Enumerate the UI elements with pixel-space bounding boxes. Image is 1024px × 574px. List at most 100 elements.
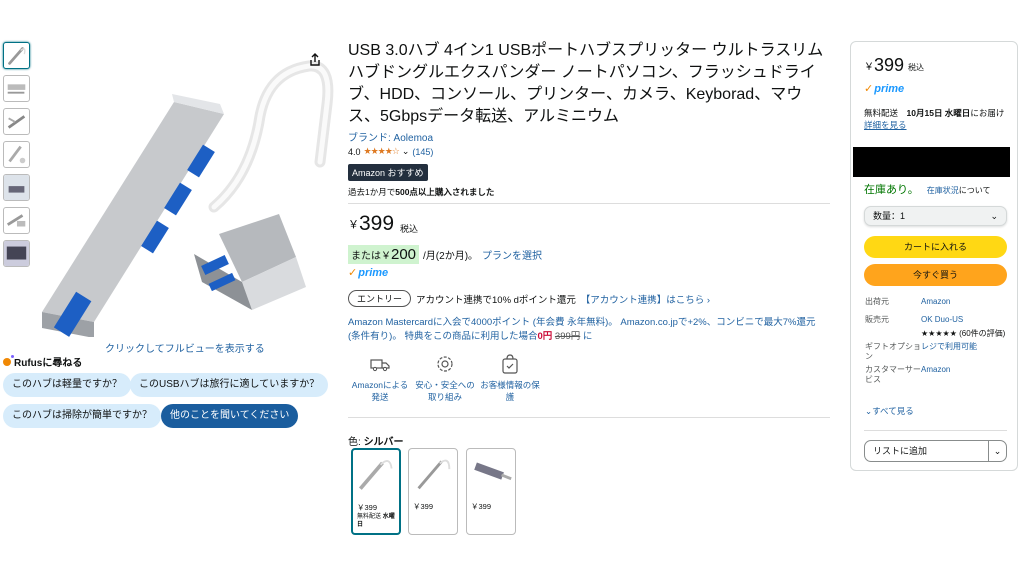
color-value: シルバー [363, 437, 404, 448]
mastercard-price: 0円 [537, 331, 553, 342]
variant-price: ￥399 [471, 502, 492, 511]
rufus-chip[interactable]: このハブは軽量ですか？ [3, 373, 131, 397]
dpoint-row: アカウント連携で10% dポイント還元 【アカウント連携】はこちら › [416, 292, 710, 306]
buybox-price-tax: 税込 [908, 63, 925, 72]
variant-shipping: 無料配送 水曜日 [353, 513, 399, 529]
entry-button[interactable]: エントリー [348, 290, 412, 307]
info-row: 販売元 OK Duo-US [865, 315, 1010, 325]
delivery-suffix: にお届け [970, 108, 1005, 118]
thumbnail-6[interactable] [3, 207, 30, 234]
thumbnail-3[interactable] [3, 108, 30, 135]
installment-highlight: または ￥ 200 [348, 245, 420, 264]
price-block: ￥ 399 税込 [348, 212, 418, 236]
delivery-info: 無料配送 10月15日 水曜日にお届け 詳細を見る [864, 107, 1012, 131]
info-value[interactable]: Amazon [921, 365, 1010, 385]
delivery-date: 10月15日 水曜日 [906, 108, 971, 118]
add-to-list-button[interactable]: リストに追加 ⌄ [864, 440, 1007, 462]
info-key: カスタマーサービス [865, 365, 921, 384]
rufus-chip[interactable]: このハブは掃除が簡単ですか？ [3, 404, 161, 428]
variant-image [417, 459, 451, 490]
truck-icon [369, 353, 391, 375]
chevron-down-icon[interactable]: ⌄ [402, 146, 410, 157]
star-rating-icon[interactable]: ★★★★☆ [364, 146, 400, 157]
stock-status: 在庫あり。 在庫状況について [864, 181, 991, 197]
info-key: ギフトオプション [865, 342, 921, 361]
brand-link[interactable]: ブランド: Aolemoa [348, 129, 433, 144]
redacted-bar [853, 147, 1010, 177]
delivery-prefix: 無料配送 [864, 108, 899, 118]
mastercard-promo[interactable]: Amazon Mastercardに入会で4000ポイント (年会費 永年無料)… [348, 316, 823, 344]
prime-check-icon: ✓ [348, 267, 358, 279]
thumbnail-7[interactable] [3, 240, 30, 267]
bought-count-bold: 500点以上購入されました [395, 187, 495, 197]
stock-suffix: について [958, 186, 991, 195]
rating-value: 4.0 [348, 146, 361, 157]
feature-shipping[interactable]: Amazonによる発送 [349, 353, 411, 403]
installment-plan-link[interactable]: プランを選択 [482, 247, 542, 262]
main-product-image[interactable] [34, 42, 339, 338]
thumbnail-5[interactable] [3, 174, 30, 201]
price-tax-label: 税込 [400, 224, 419, 234]
info-key: 販売元 [865, 315, 889, 324]
buybox-prime-logo: ✓ prime [864, 82, 905, 96]
divider [348, 203, 830, 204]
prime-text: prime [874, 82, 905, 95]
chevron-down-icon[interactable]: ⌄ [988, 441, 1006, 461]
divider [348, 417, 830, 418]
installment-currency: ￥ [381, 251, 391, 262]
feature-safety[interactable]: 安心・安全への取り組み [414, 353, 476, 403]
see-more-text: すべて見る [872, 406, 914, 416]
add-to-list-label: リストに追加 [873, 446, 928, 456]
buybox-price: ￥ 399 税込 [864, 55, 924, 76]
full-view-link[interactable]: クリックしてフルビューを表示する [105, 340, 265, 355]
feature-label: お客様情報の保護 [480, 380, 540, 402]
prime-logo: ✓ prime [348, 266, 388, 280]
variant-option[interactable]: ￥399 [466, 448, 516, 535]
delivery-details-link[interactable]: 詳細を見る [864, 120, 907, 130]
price-currency: ￥ [348, 219, 359, 231]
quantity-select[interactable]: 数量：1 ⌄ [864, 206, 1007, 226]
color-label: 色: シルバー [348, 433, 404, 448]
mastercard-strike-price: 399円 [554, 331, 581, 342]
rufus-title-text: Rufusに尋ねる [14, 358, 83, 369]
bought-count: 過去1か月で500点以上購入されました [348, 186, 494, 198]
quantity-label: 数量：1 [873, 211, 906, 221]
stock-status-link[interactable]: 在庫状況 [927, 186, 959, 195]
gift-option-link[interactable]: レジで利用可能 [921, 342, 1010, 362]
info-value[interactable]: Amazon [921, 297, 1010, 307]
dpoint-text: アカウント連携で10% dポイント還元 [416, 295, 576, 306]
rufus-title: Rufusに尋ねる [3, 354, 82, 369]
thumbnail-4[interactable] [3, 141, 30, 168]
price-value: 399 [359, 212, 395, 235]
installment-value: 200 [391, 246, 417, 263]
thumbnail-strip [3, 42, 31, 273]
rufus-chip[interactable]: このUSBハブは旅行に適していますか？ [130, 373, 329, 397]
add-to-cart-button[interactable]: カートに入れる [864, 236, 1007, 258]
share-icon[interactable] [307, 52, 323, 68]
installment-prefix: または [351, 251, 381, 262]
seller-link[interactable]: OK Duo-US [921, 315, 1010, 325]
review-count-link[interactable]: (145) [412, 147, 433, 157]
chevron-down-icon: ⌄ [990, 211, 998, 221]
installment-suffix: /月(2か月)。 [423, 251, 479, 262]
buy-now-button[interactable]: 今すぐ買う [864, 264, 1007, 286]
rufus-ask-other-chip[interactable]: 他のことを聞いてください [161, 404, 299, 428]
buybox-price-value: 399 [874, 55, 905, 75]
see-more-link[interactable]: ⌄すべて見る [865, 405, 914, 417]
feature-label: 安心・安全への取り組み [415, 380, 475, 402]
seller-rating: ★★★★★ (60件の評価) [921, 329, 1006, 338]
feature-privacy[interactable]: お客様情報の保護 [479, 353, 541, 403]
variant-option[interactable]: ￥399 [408, 448, 458, 535]
thumbnail-2[interactable] [3, 75, 30, 102]
info-row: カスタマーサービス Amazon [865, 365, 1010, 385]
amazon-choice-badge: Amazon おすすめ [348, 164, 428, 181]
prime-check-icon: ✓ [864, 83, 874, 95]
variant-option[interactable]: ￥399 無料配送 水曜日 [351, 448, 401, 535]
variant-price: ￥399 [357, 503, 378, 512]
color-label-prefix: 色: [348, 437, 364, 448]
buybox-price-currency: ￥ [864, 62, 874, 73]
dpoint-link[interactable]: 【アカウント連携】はこちら › [585, 295, 710, 306]
seller-info: 出荷元 Amazon 販売元 OK Duo-US ★★★★★ (60件の評価) ギフ… [865, 297, 1010, 393]
thumbnail-1[interactable] [3, 42, 30, 69]
variant-image [474, 462, 512, 481]
